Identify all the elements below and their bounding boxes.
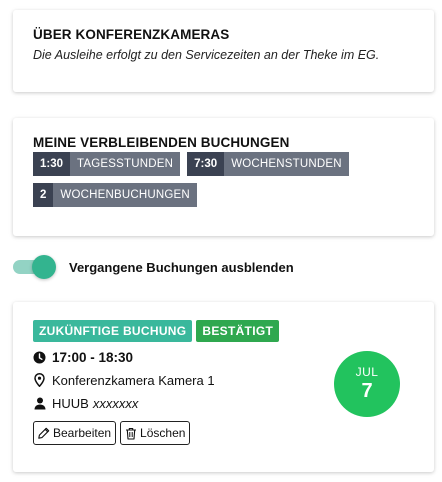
hide-past-bookings-toggle[interactable] [13,255,56,279]
chip-value: 2 [33,183,54,207]
booking-user-name: HUUB [52,395,89,411]
about-card: ÜBER KONFERENZKAMERAS Die Ausleihe erfol… [13,10,434,92]
quota-chip-daily-hours: 1:30 TAGESSTUNDEN [33,152,181,176]
chip-label: WOCHENSTUNDEN [224,152,349,176]
booking-actions: Bearbeiten Löschen [33,421,414,445]
pencil-icon [38,427,53,439]
about-text: Die Ausleihe erfolgt zu den Servicezeite… [33,48,380,62]
booking-badges: ZUKÜNFTIGE BUCHUNG BESTÄTIGT [33,320,414,342]
booking-date-badge: JUL 7 [334,351,400,417]
booking-time: 17:00 - 18:30 [52,349,134,365]
edit-button[interactable]: Bearbeiten [33,421,117,445]
chip-value: 7:30 [187,152,225,176]
booking-date-month: JUL [355,365,379,379]
edit-button-label: Bearbeiten [53,426,112,440]
hide-past-bookings-row: Vergangene Buchungen ausblenden [13,255,294,279]
about-title: ÜBER KONFERENZKAMERAS [33,27,230,42]
delete-button[interactable]: Löschen [120,421,191,445]
booking-user-id: xxxxxxx [92,395,139,411]
quota-chips: 1:30 TAGESSTUNDEN 7:30 WOCHENSTUNDEN 2 W… [33,152,363,207]
future-booking-badge: ZUKÜNFTIGE BUCHUNG [33,320,193,342]
chip-label: WOCHENBUCHUNGEN [53,183,197,207]
hide-past-bookings-label[interactable]: Vergangene Buchungen ausblenden [69,260,294,275]
booking-date-day: 7 [361,380,373,402]
toggle-knob[interactable] [32,255,56,279]
quota-chip-weekly-hours: 7:30 WOCHENSTUNDEN [187,152,349,176]
chip-value: 1:30 [33,152,71,176]
delete-button-label: Löschen [140,426,186,440]
confirmed-badge: BESTÄTIGT [196,320,280,342]
booking-card: ZUKÜNFTIGE BUCHUNG BESTÄTIGT 17:00 - 18:… [13,302,434,472]
trash-icon [125,427,140,440]
quota-chip-weekly-bookings: 2 WOCHENBUCHUNGEN [33,183,197,207]
booking-item: Konferenzkamera Kamera 1 [52,372,215,388]
user-icon [33,397,46,410]
clock-icon [33,351,46,364]
location-pin-icon [33,373,46,387]
quota-card: MEINE VERBLEIBENDEN BUCHUNGEN 1:30 TAGES… [13,118,434,236]
chip-label: TAGESSTUNDEN [70,152,181,176]
quota-title: MEINE VERBLEIBENDEN BUCHUNGEN [33,135,290,150]
